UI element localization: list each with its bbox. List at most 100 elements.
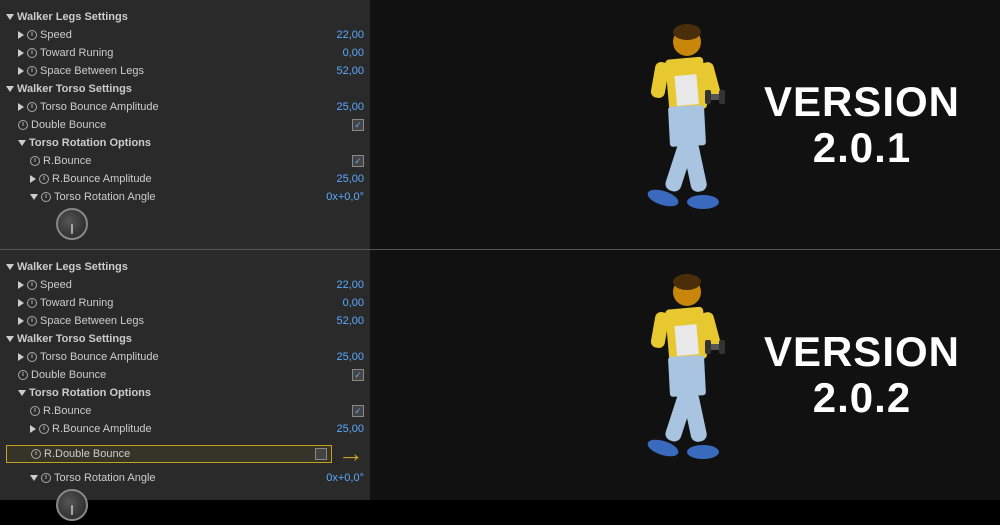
toward-row-1: Toward Runing 0,00 [6, 44, 364, 62]
legs-settings-header-1: Walker Legs Settings [6, 8, 364, 26]
torso-rotation-row-2: Torso Rotation Angle 0x+0,0° [6, 469, 364, 487]
space-clock-icon-2 [27, 316, 37, 326]
panel-2: Walker Legs Settings Speed 22,00 Toward … [0, 250, 1000, 500]
speed-row-2: Speed 22,00 [6, 276, 364, 294]
walker-figure-1 [625, 20, 745, 230]
expand-speed-icon-1[interactable] [18, 31, 24, 39]
rbounce-checkbox-2[interactable] [352, 405, 364, 417]
dial-mark-2 [71, 505, 73, 515]
new-feature-arrow-icon: ← [338, 438, 364, 469]
double-bounce-clock-icon-2 [18, 370, 28, 380]
dial-container-1 [6, 206, 364, 244]
dial-mark-1 [71, 224, 73, 234]
expand-torso-bounce-icon-2[interactable] [18, 353, 24, 361]
toward-label-1: Toward Runing [40, 47, 339, 59]
preview-panel-1: VERSION 2.0.1 [370, 0, 1000, 249]
preview-panel-2: VERSION 2.0.2 [370, 250, 1000, 500]
collapse-torso-icon-1[interactable] [6, 86, 14, 92]
walker-figure-2 [625, 270, 745, 480]
rbounce-amp-clock-icon-2 [39, 424, 49, 434]
rotation-header-label-2: Torso Rotation Options [29, 387, 151, 399]
legs-header-label-2: Walker Legs Settings [17, 261, 128, 273]
collapse-rotation-icon-1[interactable] [18, 140, 26, 146]
expand-speed-icon-2[interactable] [18, 281, 24, 289]
speed-value-1[interactable]: 22,00 [336, 29, 364, 41]
toward-value-1[interactable]: 0,00 [343, 47, 364, 59]
rdouble-bounce-row-2: R.Double Bounce [6, 445, 332, 463]
torso-bounce-value-1[interactable]: 25,00 [336, 101, 364, 113]
rotation-dial-2[interactable] [56, 489, 88, 521]
toward-clock-icon-1 [27, 48, 37, 58]
rdouble-bounce-checkbox-2[interactable] [315, 448, 327, 460]
double-bounce-checkbox-1[interactable] [352, 119, 364, 131]
expand-rbounce-amp-icon-2[interactable] [30, 425, 36, 433]
double-bounce-label-2: Double Bounce [31, 369, 352, 381]
speed-label-1: Speed [40, 29, 332, 41]
legs-header-label-1: Walker Legs Settings [17, 11, 128, 23]
rbounce-checkbox-1[interactable] [352, 155, 364, 167]
rotation-header-1: Torso Rotation Options [6, 134, 364, 152]
torso-rot-clock-icon-2 [41, 473, 51, 483]
rbounce-amp-value-2[interactable]: 25,00 [336, 423, 364, 435]
space-value-1[interactable]: 52,00 [336, 65, 364, 77]
rbounce-clock-icon-2 [30, 406, 40, 416]
torso-header-label-1: Walker Torso Settings [17, 83, 132, 95]
rdouble-bounce-clock-icon-2 [31, 449, 41, 459]
toward-label-2: Toward Runing [40, 297, 339, 309]
collapse-legs-icon-1[interactable] [6, 14, 14, 20]
rbounce-amp-clock-icon-1 [39, 174, 49, 184]
rotation-header-2: Torso Rotation Options [6, 384, 364, 402]
rbounce-label-1: R.Bounce [43, 155, 352, 167]
double-bounce-row-1: Double Bounce [6, 116, 364, 134]
expand-space-icon-1[interactable] [18, 67, 24, 75]
space-label-1: Space Between Legs [40, 65, 332, 77]
torso-bounce-label-1: Torso Bounce Amplitude [40, 101, 332, 113]
space-value-2[interactable]: 52,00 [336, 315, 364, 327]
version-label-1: VERSION 2.0.1 [764, 78, 960, 170]
toward-row-2: Toward Runing 0,00 [6, 294, 364, 312]
torso-rotation-value-1[interactable]: 0x+0,0° [326, 191, 364, 203]
double-bounce-clock-icon-1 [18, 120, 28, 130]
legs-settings-header-2: Walker Legs Settings [6, 258, 364, 276]
space-row-1: Space Between Legs 52,00 [6, 62, 364, 80]
settings-panel-1: Walker Legs Settings Speed 22,00 Toward … [0, 0, 370, 249]
torso-rotation-row-1: Torso Rotation Angle 0x+0,0° [6, 188, 364, 206]
rbounce-amp-row-2: R.Bounce Amplitude 25,00 [6, 420, 364, 438]
torso-rotation-label-1: Torso Rotation Angle [54, 191, 322, 203]
expand-toward-icon-1[interactable] [18, 49, 24, 57]
space-label-2: Space Between Legs [40, 315, 332, 327]
rotation-dial-1[interactable] [56, 208, 88, 240]
toward-value-2[interactable]: 0,00 [343, 297, 364, 309]
rbounce-row-2: R.Bounce [6, 402, 364, 420]
expand-torso-bounce-icon-1[interactable] [18, 103, 24, 111]
torso-rotation-label-2: Torso Rotation Angle [54, 472, 322, 484]
torso-bounce-label-2: Torso Bounce Amplitude [40, 351, 332, 363]
rdouble-bounce-label-2: R.Double Bounce [44, 448, 315, 460]
speed-row-1: Speed 22,00 [6, 26, 364, 44]
expand-toward-icon-2[interactable] [18, 299, 24, 307]
collapse-legs-icon-2[interactable] [6, 264, 14, 270]
double-bounce-checkbox-2[interactable] [352, 369, 364, 381]
panel-1: Walker Legs Settings Speed 22,00 Toward … [0, 0, 1000, 250]
torso-bounce-value-2[interactable]: 25,00 [336, 351, 364, 363]
torso-bounce-row-1: Torso Bounce Amplitude 25,00 [6, 98, 364, 116]
rbounce-label-2: R.Bounce [43, 405, 352, 417]
speed-label-2: Speed [40, 279, 332, 291]
expand-torso-rot-icon-1[interactable] [30, 194, 38, 200]
rbounce-amp-value-1[interactable]: 25,00 [336, 173, 364, 185]
collapse-torso-icon-2[interactable] [6, 336, 14, 342]
speed-clock-icon-2 [27, 280, 37, 290]
torso-header-label-2: Walker Torso Settings [17, 333, 132, 345]
double-bounce-row-2: Double Bounce [6, 366, 364, 384]
expand-torso-rot-icon-2[interactable] [30, 475, 38, 481]
expand-rbounce-amp-icon-1[interactable] [30, 175, 36, 183]
rbounce-clock-icon-1 [30, 156, 40, 166]
toward-clock-icon-2 [27, 298, 37, 308]
settings-panel-2: Walker Legs Settings Speed 22,00 Toward … [0, 250, 370, 500]
torso-bounce-clock-icon-2 [27, 352, 37, 362]
rotation-header-label-1: Torso Rotation Options [29, 137, 151, 149]
torso-rotation-value-2[interactable]: 0x+0,0° [326, 472, 364, 484]
expand-space-icon-2[interactable] [18, 317, 24, 325]
speed-value-2[interactable]: 22,00 [336, 279, 364, 291]
collapse-rotation-icon-2[interactable] [18, 390, 26, 396]
